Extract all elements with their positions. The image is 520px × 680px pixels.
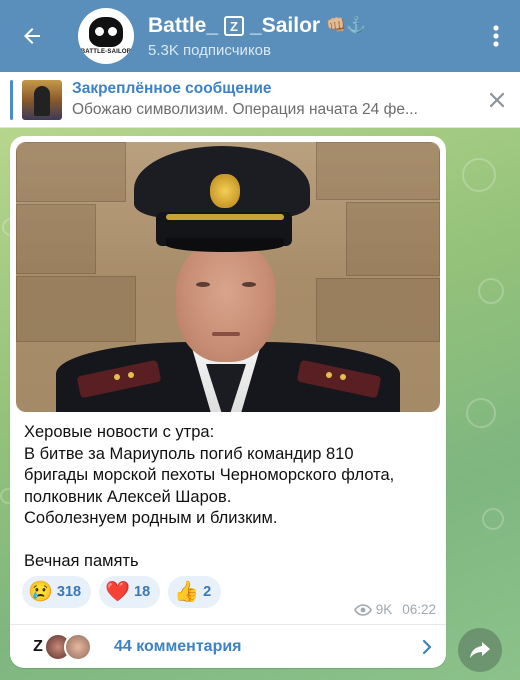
- share-icon: [470, 642, 490, 658]
- comments-bar[interactable]: Z 44 комментария: [10, 624, 446, 668]
- chevron-right-icon: [422, 639, 432, 654]
- reaction-count: 2: [203, 584, 212, 600]
- reaction-thumbs-up[interactable]: 👍 2: [168, 576, 222, 608]
- pinned-text: Закреплённое сообщение Обожаю символизим…: [72, 79, 474, 121]
- post-text-line: [24, 530, 438, 552]
- post-text-line: Вечная память: [24, 552, 139, 570]
- channel-title: Battle_ Z _Sailor 👊🏼⚓: [148, 13, 472, 39]
- eye-icon: [353, 603, 372, 616]
- reaction-crying[interactable]: 😢 318: [22, 576, 92, 608]
- channel-title-suffix: _Sailor: [250, 14, 321, 37]
- post-time: 06:22: [402, 602, 436, 617]
- pinned-thumbnail: [22, 79, 62, 120]
- channel-header: BATTLE-SAILOR Battle_ Z _Sailor 👊🏼⚓ 5.3K…: [0, 0, 520, 72]
- more-menu-button[interactable]: [472, 0, 520, 72]
- reaction-heart[interactable]: ❤️ 18: [99, 576, 161, 608]
- post-text-line: бригады морской пехоты Черноморского фло…: [24, 466, 395, 484]
- avatar-logo-text: BATTLE-SAILOR: [80, 49, 132, 55]
- avatar: [64, 632, 92, 661]
- more-vertical-icon: [493, 25, 499, 47]
- channel-title-emoji: 👊🏼⚓: [326, 17, 366, 34]
- reactions-row: 😢 318 ❤️ 18 👍 2: [22, 576, 222, 608]
- post-text-line: В битве за Мариуполь погиб командир 810: [24, 444, 354, 463]
- subscriber-count: 5.3K подписчиков: [148, 42, 271, 59]
- post-text-line: Херовые новости с утра:: [24, 423, 215, 441]
- skull-logo-icon: [89, 17, 123, 47]
- reaction-count: 318: [56, 584, 82, 600]
- channel-post: Херовые новости с утра: В битве за Мариу…: [10, 136, 446, 668]
- channel-info[interactable]: Battle_ Z _Sailor 👊🏼⚓ 5.3K подписчиков: [148, 13, 472, 59]
- post-text-line: Соболезнуем родным и близким.: [24, 509, 278, 527]
- arrow-left-icon: [24, 28, 40, 44]
- close-icon: [489, 92, 505, 107]
- post-text: Херовые новости с утра: В битве за Мариу…: [24, 422, 438, 573]
- reaction-count: 18: [134, 584, 151, 600]
- crying-face-icon: 😢: [28, 581, 53, 603]
- heart-icon: ❤️: [105, 581, 131, 603]
- open-comments-button[interactable]: [408, 625, 446, 669]
- commenter-avatars: Z: [24, 632, 92, 661]
- back-button[interactable]: [0, 0, 64, 72]
- channel-title-z: Z: [224, 16, 245, 36]
- channel-avatar[interactable]: BATTLE-SAILOR: [78, 8, 134, 64]
- post-meta: 9K 06:22: [353, 602, 436, 617]
- pinned-close-button[interactable]: [474, 72, 520, 128]
- share-button[interactable]: [458, 628, 502, 672]
- view-count: 9K: [375, 602, 393, 617]
- post-photo[interactable]: [16, 142, 440, 412]
- pinned-indicator: [10, 79, 13, 120]
- cap-badge-icon: [210, 174, 240, 208]
- pinned-title: Закреплённое сообщение: [72, 79, 272, 97]
- thumbs-up-icon: 👍: [174, 581, 200, 603]
- post-text-line: полковник Алексей Шаров.: [24, 487, 232, 506]
- pinned-preview: Обожаю символизим. Операция начата 24 фе…: [72, 100, 418, 118]
- channel-title-prefix: Battle_: [148, 14, 219, 37]
- comments-count-label: 44 комментария: [114, 637, 242, 655]
- pinned-message-bar[interactable]: Закреплённое сообщение Обожаю символизим…: [0, 72, 520, 128]
